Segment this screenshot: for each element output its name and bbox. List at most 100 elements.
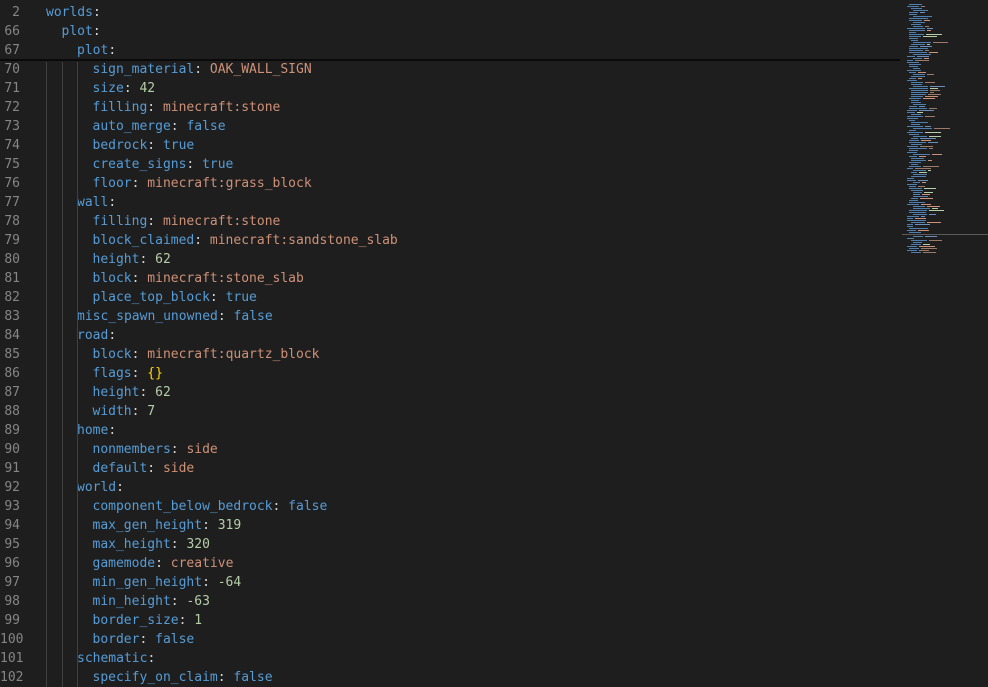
minimap-line [911, 124, 920, 125]
code-line[interactable]: auto_merge: false [93, 117, 226, 136]
line-number[interactable]: 90 [0, 440, 20, 459]
line-number[interactable]: 83 [0, 307, 20, 326]
code-text-area[interactable]: worlds: plot: plot: sign_material: OAK_WALL… [40, 0, 896, 687]
code-editor[interactable]: 2 66 67 70 71 72 73 74 75 76 77 78 79 80 81 82 83 84 85 86 8… [0, 0, 988, 687]
line-number[interactable]: 80 [0, 250, 20, 269]
code-line[interactable]: bedrock: true [93, 136, 195, 155]
yaml-value: creative [170, 556, 234, 571]
code-line[interactable]: block: minecraft:quartz_block [93, 345, 320, 364]
line-number[interactable]: 79 [0, 231, 20, 250]
code-line[interactable]: block_claimed: minecraft:sandstone_slab [93, 231, 398, 250]
yaml-colon: : [108, 328, 117, 343]
yaml-colon: : [108, 43, 117, 58]
minimap-line [913, 86, 928, 87]
line-number[interactable]: 72 [0, 98, 20, 117]
yaml-key: create_signs [92, 157, 187, 172]
line-number[interactable]: 76 [0, 174, 20, 193]
code-line[interactable]: max_height: 320 [93, 535, 210, 554]
code-line[interactable]: height: 62 [93, 383, 171, 402]
code-line[interactable]: nonmembers: side [93, 440, 218, 459]
minimap-line [911, 96, 923, 97]
code-line[interactable]: border: false [93, 630, 195, 649]
code-line[interactable]: width: 7 [93, 402, 156, 421]
code-line[interactable]: misc_spawn_unowned: false [77, 307, 273, 326]
code-line[interactable]: specify_on_claim: false [93, 668, 273, 687]
yaml-value: 62 [155, 252, 171, 267]
minimap-line [909, 210, 927, 211]
minimap-line [909, 72, 916, 73]
line-number[interactable]: 100 [0, 630, 23, 649]
code-line[interactable]: min_gen_height: -64 [93, 573, 242, 592]
line-number[interactable]: 102 [0, 668, 23, 687]
code-line[interactable]: filling: minecraft:stone [93, 98, 281, 117]
line-number[interactable]: 84 [0, 326, 20, 345]
code-line[interactable]: min_height: -63 [93, 592, 210, 611]
sticky-scroll-line[interactable]: plot: [77, 41, 116, 60]
line-number[interactable]: 66 [0, 22, 20, 41]
code-line[interactable]: road: [77, 326, 116, 345]
line-number[interactable]: 87 [0, 383, 20, 402]
sticky-scroll-line[interactable]: plot: [62, 22, 101, 41]
minimap-line [911, 40, 918, 41]
line-number[interactable]: 91 [0, 459, 20, 478]
line-number[interactable]: 77 [0, 193, 20, 212]
line-number[interactable]: 71 [0, 79, 20, 98]
line-number[interactable]: 67 [0, 41, 20, 60]
yaml-value: false [186, 119, 226, 134]
line-number[interactable]: 89 [0, 421, 20, 440]
line-number[interactable]: 70 [0, 60, 20, 79]
code-line[interactable]: block: minecraft:stone_slab [93, 269, 304, 288]
code-line[interactable]: component_below_bedrock: false [93, 497, 328, 516]
line-number[interactable]: 2 [0, 3, 20, 22]
yaml-key: nonmembers [92, 442, 171, 457]
code-line[interactable]: world: [77, 478, 124, 497]
line-number[interactable]: 101 [0, 649, 23, 668]
yaml-value: false [155, 632, 195, 647]
code-line[interactable]: wall: [77, 193, 116, 212]
code-line[interactable]: height: 62 [93, 250, 171, 269]
yaml-colon: : [155, 556, 163, 571]
line-number[interactable]: 82 [0, 288, 20, 307]
line-number[interactable]: 78 [0, 212, 20, 231]
line-number[interactable]: 73 [0, 117, 20, 136]
code-line[interactable]: place_top_block: true [93, 288, 257, 307]
yaml-colon: : [194, 233, 203, 248]
yaml-value: false [233, 309, 273, 324]
yaml-key: border [92, 632, 140, 647]
code-line[interactable]: create_signs: true [93, 155, 234, 174]
minimap[interactable] [900, 0, 988, 687]
line-number[interactable]: 94 [0, 516, 20, 535]
code-line[interactable]: gamemode: creative [93, 554, 234, 573]
line-number[interactable]: 88 [0, 402, 20, 421]
code-line[interactable]: flags: {} [93, 364, 163, 383]
code-line[interactable]: max_gen_height: 319 [93, 516, 242, 535]
minimap-line [932, 154, 942, 155]
code-line[interactable]: schematic: [77, 649, 155, 668]
code-line[interactable]: filling: minecraft:stone [93, 212, 281, 231]
code-line[interactable]: floor: minecraft:grass_block [93, 174, 312, 193]
code-line[interactable]: home: [77, 421, 116, 440]
yaml-colon: : [178, 613, 187, 628]
line-number[interactable]: 95 [0, 535, 20, 554]
line-number[interactable]: 99 [0, 611, 20, 630]
line-number[interactable]: 75 [0, 155, 20, 174]
line-number[interactable]: 98 [0, 592, 20, 611]
yaml-colon: : [217, 670, 226, 685]
line-number[interactable]: 74 [0, 136, 20, 155]
line-number[interactable]: 96 [0, 554, 20, 573]
minimap-line [918, 186, 925, 187]
code-line[interactable]: border_size: 1 [93, 611, 203, 630]
line-number[interactable]: 93 [0, 497, 20, 516]
code-line[interactable]: sign_material: OAK_WALL_SIGN [93, 60, 312, 79]
yaml-key: block [92, 271, 132, 286]
yaml-key: specify_on_claim [92, 670, 218, 685]
line-number-gutter[interactable]: 2 66 67 70 71 72 73 74 75 76 77 78 79 80 81 82 83 84 85 86 8… [0, 0, 40, 687]
line-number[interactable]: 97 [0, 573, 20, 592]
sticky-scroll-line[interactable]: worlds: [46, 3, 101, 22]
line-number[interactable]: 85 [0, 345, 20, 364]
line-number[interactable]: 81 [0, 269, 20, 288]
code-line[interactable]: size: 42 [93, 79, 156, 98]
code-line[interactable]: default: side [93, 459, 195, 478]
line-number[interactable]: 86 [0, 364, 20, 383]
line-number[interactable]: 92 [0, 478, 20, 497]
